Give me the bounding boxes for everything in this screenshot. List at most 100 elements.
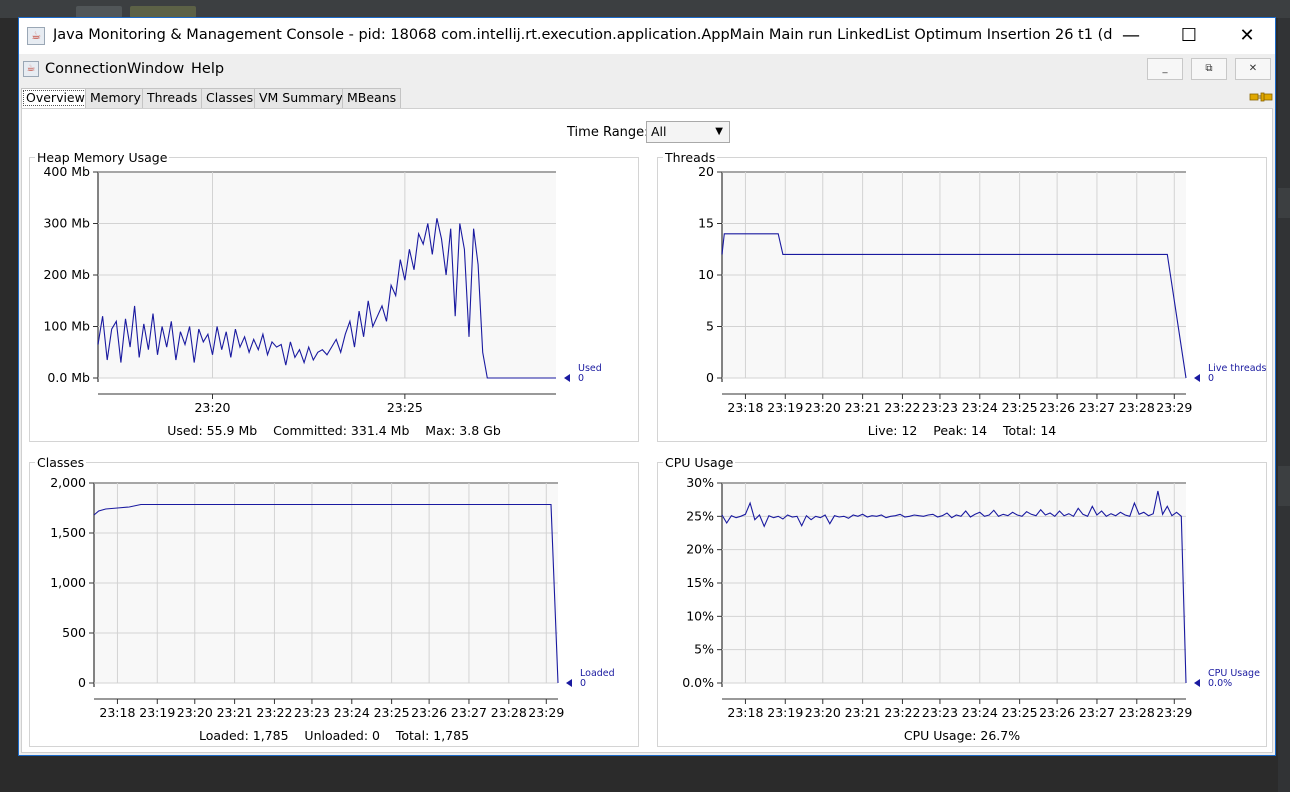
internal-close-button[interactable]: ✕ — [1235, 58, 1271, 80]
heap-memory-chart: 0.0 Mb 100 Mb 200 Mb 300 Mb 400 Mb 23:20 23:25… — [43, 164, 601, 413]
chevron-down-icon: ▼ — [715, 126, 723, 137]
heap-memory-panel: Heap Memory Usage 0.0 Mb 100 Mb 200 Mb 300 … — [29, 150, 639, 442]
time-range-label: Time Range: — [567, 125, 649, 140]
x-tick-label: 23:23 — [922, 400, 958, 413]
connection-plug-icon[interactable] — [1249, 90, 1273, 104]
legend-marker-icon — [1194, 374, 1200, 382]
x-tick-label: 23:23 — [294, 705, 330, 718]
x-tick-label: 23:21 — [845, 705, 881, 718]
y-tick-label: 0 — [78, 675, 86, 690]
window-title: Java Monitoring & Management Console - p… — [53, 27, 1113, 43]
x-tick-label: 23:18 — [727, 705, 763, 718]
x-tick-label: 23:22 — [256, 705, 292, 718]
menu-connection[interactable]: Connection — [45, 61, 127, 77]
y-tick-label: 20 — [698, 164, 714, 179]
internal-restore-button[interactable]: ⧉ — [1191, 58, 1227, 80]
y-tick-label: 0 — [706, 370, 714, 385]
y-tick-label: 2,000 — [50, 475, 86, 490]
x-tick-label: 23:19 — [139, 705, 175, 718]
minimize-button[interactable]: — — [1102, 18, 1160, 54]
legend-series-name: Live threads — [1208, 363, 1266, 374]
tab-threads[interactable]: Threads — [142, 88, 203, 108]
cpu-usage-chart: 0.0% 5% 10% 15% 20% 25% 30% 23:18 23:19 23:20 23:2… — [682, 475, 1260, 718]
y-tick-label: 0.0 Mb — [47, 370, 90, 385]
x-tick-label: 23:18 — [99, 705, 135, 718]
x-tick-label: 23:22 — [884, 400, 920, 413]
ide-background-tabbar — [0, 0, 1290, 18]
internal-minimize-button[interactable]: _ — [1147, 58, 1183, 80]
x-tick-label: 23:25 — [374, 705, 410, 718]
legend-series-value: 0.0% — [1208, 678, 1232, 689]
x-tick-label: 23:21 — [217, 705, 253, 718]
threads-panel: Threads 0 5 10 15 20 23:18 23:19 23:20 23:21 23:2… — [657, 150, 1267, 442]
y-tick-label: 100 Mb — [43, 319, 90, 334]
x-tick-label: 23:19 — [767, 400, 803, 413]
tab-memory[interactable]: Memory — [85, 88, 146, 108]
cpu-usage-summary: CPU Usage: 26.7% — [903, 728, 1021, 743]
title-bar[interactable]: ☕ Java Monitoring & Management Console -… — [19, 18, 1275, 54]
x-tick-label: 23:20 — [805, 705, 841, 718]
x-tick-label: 23:24 — [334, 705, 370, 718]
x-tick-label: 23:28 — [491, 705, 527, 718]
classes-summary: Loaded: 1,785 Unloaded: 0 Total: 1,785 — [198, 728, 470, 743]
y-tick-label: 0.0% — [682, 675, 714, 690]
x-tick-label: 23:29 — [1156, 400, 1192, 413]
y-tick-label: 200 Mb — [43, 267, 90, 282]
x-tick-label: 23:29 — [528, 705, 564, 718]
legend-series-value: 0 — [580, 678, 586, 689]
y-tick-label: 1,000 — [50, 575, 86, 590]
x-tick-label: 23:28 — [1119, 705, 1155, 718]
x-tick-label: 23:24 — [962, 705, 998, 718]
y-tick-label: 10 — [698, 267, 714, 282]
tab-vm-summary[interactable]: VM Summary — [254, 88, 348, 108]
ide-background-panel — [1278, 18, 1290, 792]
legend-marker-icon — [564, 374, 570, 382]
overview-content: Time Range: All ▼ Heap Memory Usage 0.0 … — [21, 108, 1273, 753]
time-range-value: All — [651, 124, 667, 139]
tab-mbeans[interactable]: MBeans — [342, 88, 402, 108]
y-tick-label: 20% — [686, 542, 714, 557]
x-tick-label: 23:26 — [411, 705, 447, 718]
cpu-usage-panel: CPU Usage 0.0% 5% 10% 15% 20% 25% 30% 23:18 23:1… — [657, 455, 1267, 747]
y-tick-label: 25% — [686, 508, 714, 523]
jconsole-window: ☕ Java Monitoring & Management Console -… — [18, 17, 1276, 756]
x-tick-label: 23:21 — [845, 400, 881, 413]
classes-chart: 05001,0001,5002,00023:18 23:19 23:20 23:21 2… — [50, 475, 614, 718]
x-tick-label: 23:27 — [1079, 400, 1115, 413]
classes-panel: Classes 0 500 1,000 1,500 2,000 23:18 23:19 23:… — [29, 455, 639, 747]
tab-classes[interactable]: Classes — [201, 88, 259, 108]
x-tick-label: 23:24 — [962, 400, 998, 413]
legend-marker-icon — [566, 679, 572, 687]
x-tick-label: 23:29 — [1156, 705, 1192, 718]
legend-series-value: 0 — [578, 373, 584, 384]
x-tick-label: 23:22 — [884, 705, 920, 718]
menu-help[interactable]: Help — [191, 61, 224, 77]
threads-summary: Live: 12 Peak: 14 Total: 14 — [867, 423, 1057, 438]
y-tick-label: 5 — [706, 319, 714, 334]
tab-overview[interactable]: Overview — [21, 88, 90, 108]
x-tick-label: 23:27 — [451, 705, 487, 718]
x-tick-label: 23:18 — [727, 400, 763, 413]
x-tick-label: 23:26 — [1039, 400, 1075, 413]
threads-chart: 0 5 10 15 20 23:18 23:19 23:20 23:21 23:22 23:23 23… — [698, 164, 1266, 413]
maximize-button[interactable]: ☐ — [1160, 18, 1218, 54]
y-tick-label: 15 — [698, 216, 714, 231]
x-tick-label: 23:28 — [1119, 400, 1155, 413]
x-tick-label: 23:25 — [1002, 705, 1038, 718]
legend-series-value: 0 — [1208, 373, 1214, 384]
y-tick-label: 10% — [686, 608, 714, 623]
java-cup-icon[interactable]: ☕ — [23, 61, 39, 77]
x-tick-label: 23:25 — [387, 400, 423, 413]
x-tick-label: 23:20 — [805, 400, 841, 413]
tab-strip: Overview Memory Threads Classes VM Summa… — [19, 86, 1275, 108]
heap-memory-summary: Used: 55.9 Mb Committed: 331.4 Mb Max: 3… — [167, 423, 501, 438]
y-tick-label: 5% — [694, 642, 714, 657]
x-tick-label: 23:20 — [177, 705, 213, 718]
y-tick-label: 1,500 — [50, 525, 86, 540]
menu-window[interactable]: Window — [127, 61, 184, 77]
time-range-select[interactable]: All ▼ — [646, 121, 730, 143]
x-tick-label: 23:23 — [922, 705, 958, 718]
x-tick-label: 23:27 — [1079, 705, 1115, 718]
y-tick-label: 300 Mb — [43, 216, 90, 231]
close-button[interactable]: ✕ — [1218, 18, 1276, 54]
